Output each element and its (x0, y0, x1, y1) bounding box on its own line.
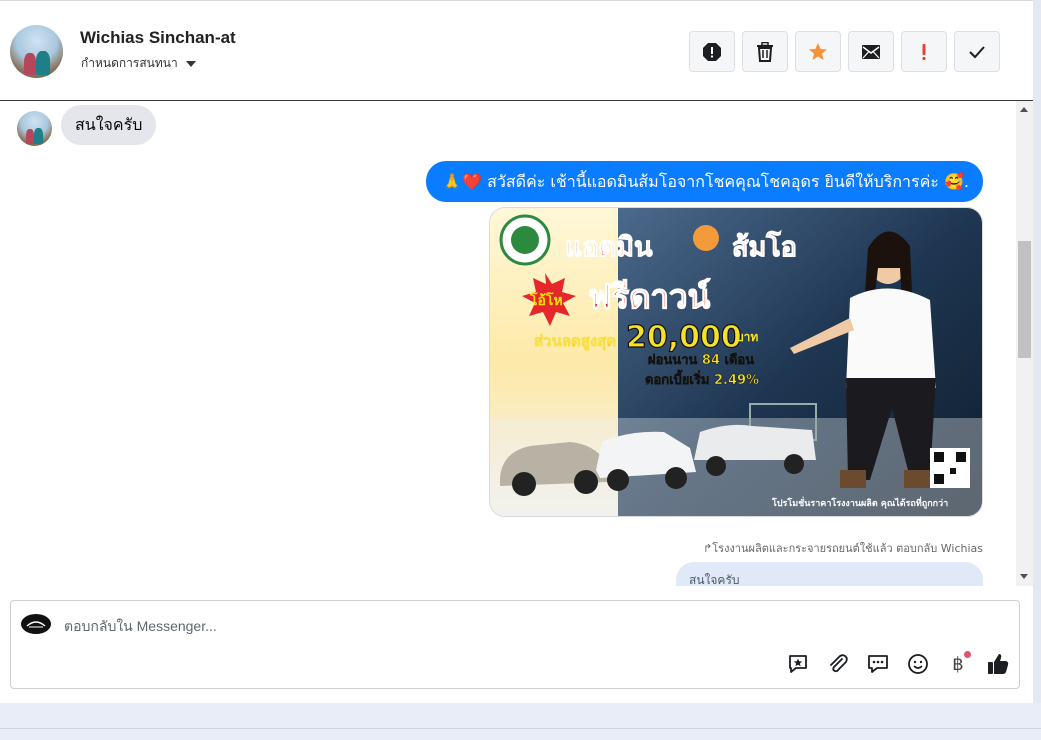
promo-offer: ฟรีดาวน์ (588, 277, 711, 316)
saved-reply-icon (789, 655, 807, 673)
report-icon (703, 42, 721, 61)
attach-button[interactable] (825, 651, 851, 677)
quick-reply-button[interactable] (865, 651, 891, 677)
notification-dot (964, 651, 971, 658)
promo-discount-unit: บาท (736, 330, 758, 344)
smiley-icon (908, 654, 928, 674)
reply-context-text: โรงงานผลิตและกระจายรถยนต์ใช้แล้ว ตอบกลับ… (712, 542, 983, 555)
saved-reply-button[interactable] (785, 651, 811, 677)
check-icon (969, 45, 985, 58)
exclamation-icon (922, 43, 926, 60)
envelope-icon (862, 44, 880, 59)
page-footer-area (0, 703, 1041, 740)
thumbs-up-icon (988, 654, 1009, 674)
scroll-thumb[interactable] (1018, 241, 1031, 358)
page-avatar (21, 614, 51, 634)
contact-avatar[interactable] (10, 25, 63, 78)
message-composer: ฿ (10, 600, 1020, 689)
emoji-button[interactable] (905, 651, 931, 677)
incoming-message[interactable]: สนใจครับ (61, 105, 157, 145)
sender-avatar[interactable] (17, 111, 52, 146)
baht-icon: ฿ (952, 653, 964, 675)
spam-button[interactable] (689, 31, 735, 72)
reply-input[interactable] (64, 615, 764, 637)
composer-tools: ฿ (785, 651, 1011, 677)
scroll-down-arrow-icon[interactable] (1020, 574, 1028, 579)
like-button[interactable] (985, 651, 1011, 677)
important-button[interactable] (901, 31, 947, 72)
promo-image[interactable]: แอดมิน ส้มโอ โอ้โห ฟรีดาวน์ ส่วนลดสูงสุด… (489, 207, 983, 517)
star-icon (809, 42, 827, 60)
emoji-prefix: 🙏❤️ (442, 172, 482, 191)
divider (0, 728, 1041, 729)
outgoing-message-text: สวัสดีค่ะ เช้านี้แอดมินส้มโอจากโชคคุณโชค… (487, 172, 939, 191)
svg-text:ส้มโอ: ส้มโอ (732, 230, 797, 263)
conversation-options-label: กำหนดการสนทนา (81, 56, 178, 70)
promo-discount-value: 20,000 (626, 320, 742, 355)
quoted-reply[interactable]: สนใจครับ (676, 562, 983, 586)
star-button[interactable] (795, 31, 841, 72)
page-edge (1033, 0, 1041, 740)
delete-button[interactable] (742, 31, 788, 72)
emoji-suffix: 🥰. (943, 172, 969, 191)
conversation-options-dropdown[interactable]: กำหนดการสนทนา (81, 54, 196, 73)
message-thread[interactable]: สนใจครับ 🙏❤️ สวัสดีค่ะ เช้านี้แอดมินส้มโ… (0, 101, 1016, 586)
mark-done-button[interactable] (954, 31, 1000, 72)
reply-context: ↱โรงงานผลิตและกระจายรถยนต์ใช้แล้ว ตอบกลั… (703, 539, 983, 557)
promo-headline: แอดมิน (565, 232, 653, 263)
mark-unread-button[interactable] (848, 31, 894, 72)
promo-badge: โอ้โห (529, 291, 563, 309)
conversation-header: Wichias Sinchan-at กำหนดการสนทนา (0, 1, 1033, 101)
caret-down-icon (185, 60, 196, 67)
reply-arrow-icon: ↱ (703, 542, 713, 555)
promo-discount-label: ส่วนลดสูงสุด (534, 332, 616, 351)
thread-scrollbar[interactable] (1016, 101, 1033, 586)
scroll-up-arrow-icon[interactable] (1020, 107, 1028, 112)
chat-bubble-icon (868, 655, 888, 673)
inbox-panel: Wichias Sinchan-at กำหนดการสนทนา สนใจครั… (0, 0, 1033, 703)
trash-icon (757, 41, 773, 62)
contact-name[interactable]: Wichias Sinchan-at (80, 28, 236, 48)
promo-installment: ผ่อนนาน 84 เดือน (648, 352, 754, 368)
payment-button[interactable]: ฿ (945, 651, 971, 677)
outgoing-message[interactable]: 🙏❤️ สวัสดีค่ะ เช้านี้แอดมินส้มโอจากโชคคุ… (426, 161, 983, 202)
conversation-actions (689, 31, 1000, 72)
paperclip-icon (830, 654, 848, 673)
